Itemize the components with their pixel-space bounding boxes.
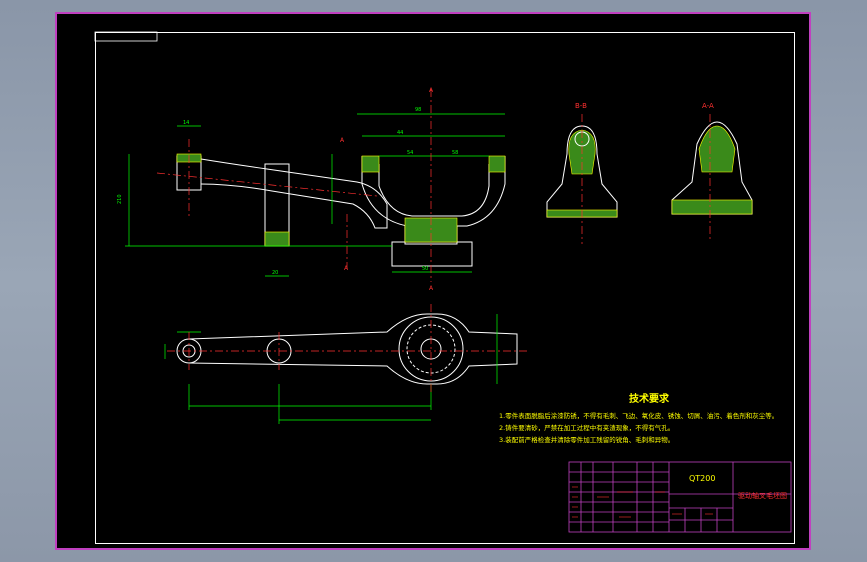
section-label-b-b: B-B bbox=[575, 102, 587, 110]
front-view-dim-text: 98 44 54 58 50 20 14 210 bbox=[117, 107, 458, 276]
cut-marker-bottom: A bbox=[429, 285, 434, 292]
technical-drawing: 98 44 54 58 50 20 14 210 A A A A bbox=[94, 31, 792, 533]
notes-title: 技术要求 bbox=[629, 394, 669, 405]
drawing-sheet: 98 44 54 58 50 20 14 210 A A A A B-B A-A… bbox=[55, 12, 811, 550]
top-view-outline bbox=[188, 313, 518, 385]
note-line-2: 2.铸件要清砂，严禁在加工过程中有夹渣现象，不得有气孔。 bbox=[499, 424, 675, 432]
dim-text-4: 50 bbox=[422, 266, 428, 272]
front-view bbox=[176, 155, 506, 267]
cut-marker-left: A bbox=[340, 137, 345, 144]
cut-marker-top: A bbox=[429, 87, 434, 94]
front-view-hatches bbox=[176, 153, 506, 247]
note-line-3: 3.装配前严格检查并清除零件加工残留的锐角、毛刺和异物。 bbox=[499, 436, 675, 444]
dim-text-6: 14 bbox=[183, 120, 189, 126]
hub-base bbox=[391, 241, 473, 267]
arm-outline bbox=[200, 158, 388, 229]
drawing-number-box bbox=[94, 31, 158, 42]
front-view-centerlines bbox=[156, 89, 432, 282]
dim-text-5: 20 bbox=[272, 270, 278, 276]
part-name-label: 驱动轴叉毛坯图 bbox=[738, 492, 787, 500]
section-a-a bbox=[671, 114, 753, 242]
dim-text-0: 98 bbox=[415, 107, 421, 113]
section-label-a-a: A-A bbox=[702, 102, 714, 110]
note-line-1: 1.零件表面脱脂后涂漆防锈，不得有毛刺、飞边、氧化皮、锈蚀、切屑、油污、着色剂和… bbox=[499, 412, 779, 420]
top-view bbox=[176, 313, 518, 385]
cut-marker-lower: A bbox=[344, 265, 349, 272]
material-label: QT200 bbox=[689, 474, 716, 483]
section-b-b bbox=[546, 114, 618, 244]
top-view-dimensions bbox=[164, 314, 498, 424]
dim-text-7: 210 bbox=[117, 194, 123, 204]
dim-text-2: 54 bbox=[407, 150, 413, 156]
dim-text-3: 58 bbox=[452, 150, 458, 156]
cut-markers: A A A A bbox=[340, 87, 434, 292]
front-view-dimensions bbox=[125, 113, 505, 277]
top-view-centerlines bbox=[167, 304, 527, 394]
fork-cup-inner bbox=[378, 164, 490, 217]
dim-text-1: 44 bbox=[397, 130, 403, 136]
